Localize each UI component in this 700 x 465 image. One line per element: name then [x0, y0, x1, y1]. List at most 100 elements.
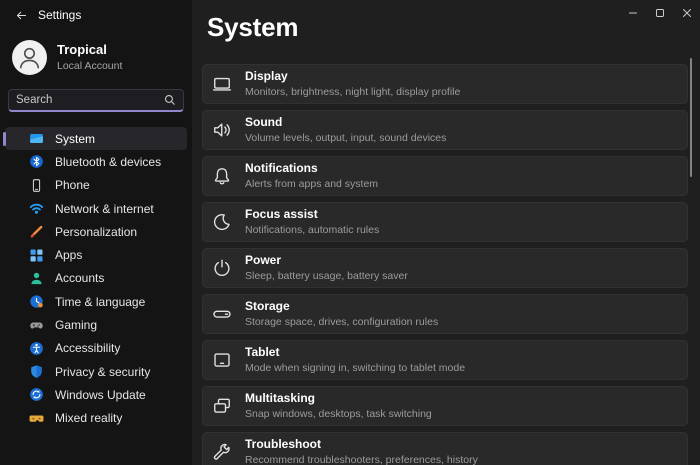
search-input[interactable]	[9, 91, 183, 111]
page-title: System	[207, 12, 298, 43]
settings-card-storage[interactable]: Storage Storage space, drives, configura…	[202, 294, 688, 334]
maximize-icon	[653, 6, 667, 20]
account-type: Local Account	[57, 60, 122, 72]
mixed-reality-icon	[29, 411, 44, 426]
card-description: Sleep, battery usage, battery saver	[245, 270, 408, 282]
settings-card-multitasking[interactable]: Multitasking Snap windows, desktops, tas…	[202, 386, 688, 426]
personalization-icon	[29, 224, 44, 239]
focus-assist-icon	[212, 212, 232, 232]
phone-icon	[29, 178, 44, 193]
search-icon	[163, 93, 177, 107]
sidebar-item-label: Bluetooth & devices	[55, 155, 161, 169]
sidebar-item-phone[interactable]: Phone	[5, 174, 187, 197]
card-description: Alerts from apps and system	[245, 178, 378, 190]
sidebar-item-personalization[interactable]: Personalization	[5, 220, 187, 243]
card-title: Sound	[245, 116, 446, 130]
card-title: Focus assist	[245, 208, 379, 222]
accessibility-icon	[29, 341, 44, 356]
sidebar-item-network-internet[interactable]: Network & internet	[5, 197, 187, 220]
main-panel: System Display Monitors, brightness, nig…	[192, 0, 700, 465]
minimize-button[interactable]	[619, 0, 646, 26]
sidebar-item-label: Personalization	[55, 225, 137, 239]
windows-update-icon	[29, 387, 44, 402]
card-title: Multitasking	[245, 392, 432, 406]
sidebar-item-label: Mixed reality	[55, 411, 122, 425]
sidebar-item-system[interactable]: System	[5, 127, 187, 150]
settings-card-focus-assist[interactable]: Focus assist Notifications, automatic ru…	[202, 202, 688, 242]
account-name: Tropical	[57, 43, 122, 58]
sidebar-item-label: Gaming	[55, 318, 97, 332]
sidebar-item-bluetooth-devices[interactable]: Bluetooth & devices	[5, 150, 187, 173]
settings-card-display[interactable]: Display Monitors, brightness, night ligh…	[202, 64, 688, 104]
accounts-icon	[29, 271, 44, 286]
card-title: Notifications	[245, 162, 378, 176]
close-icon	[680, 6, 694, 20]
network-icon	[29, 201, 44, 216]
apps-icon	[29, 248, 44, 263]
sidebar-item-accounts[interactable]: Accounts	[5, 267, 187, 290]
sidebar: Settings Tropical Local Account System B…	[0, 0, 192, 465]
sidebar-item-label: Time & language	[55, 295, 145, 309]
account-section[interactable]: Tropical Local Account	[0, 30, 192, 75]
sidebar-item-windows-update[interactable]: Windows Update	[5, 383, 187, 406]
bluetooth-icon	[29, 154, 44, 169]
sound-icon	[212, 120, 232, 140]
close-button[interactable]	[673, 0, 700, 26]
sidebar-item-privacy-security[interactable]: Privacy & security	[5, 360, 187, 383]
card-title: Display	[245, 70, 460, 84]
card-description: Monitors, brightness, night light, displ…	[245, 86, 460, 98]
maximize-button[interactable]	[646, 0, 673, 26]
sidebar-item-label: Accessibility	[55, 341, 120, 355]
sidebar-item-label: Privacy & security	[55, 365, 150, 379]
display-icon	[212, 74, 232, 94]
back-button[interactable]	[12, 6, 30, 24]
titlebar: Settings	[0, 0, 192, 30]
card-description: Snap windows, desktops, task switching	[245, 408, 432, 420]
sidebar-item-gaming[interactable]: Gaming	[5, 313, 187, 336]
sidebar-item-time-language[interactable]: Time & language	[5, 290, 187, 313]
settings-card-notifications[interactable]: Notifications Alerts from apps and syste…	[202, 156, 688, 196]
sidebar-item-label: Accounts	[55, 271, 104, 285]
settings-card-power[interactable]: Power Sleep, battery usage, battery save…	[202, 248, 688, 288]
settings-card-tablet[interactable]: Tablet Mode when signing in, switching t…	[202, 340, 688, 380]
sidebar-nav: System Bluetooth & devices Phone Network…	[0, 127, 192, 430]
sidebar-item-label: System	[55, 132, 95, 146]
sidebar-item-label: Windows Update	[55, 388, 146, 402]
sidebar-item-accessibility[interactable]: Accessibility	[5, 337, 187, 360]
multitasking-icon	[212, 396, 232, 416]
gaming-icon	[29, 318, 44, 333]
card-title: Troubleshoot	[245, 438, 478, 452]
tablet-icon	[212, 350, 232, 370]
settings-window: Settings Tropical Local Account System B…	[0, 0, 700, 465]
sidebar-item-mixed-reality[interactable]: Mixed reality	[5, 407, 187, 430]
minimize-icon	[626, 6, 640, 20]
card-title: Power	[245, 254, 408, 268]
card-description: Mode when signing in, switching to table…	[245, 362, 465, 374]
power-icon	[212, 258, 232, 278]
search-box	[8, 89, 184, 112]
notifications-icon	[212, 166, 232, 186]
window-title: Settings	[38, 8, 81, 22]
window-controls	[619, 0, 700, 26]
scrollbar[interactable]	[690, 58, 693, 177]
time-language-icon	[29, 294, 44, 309]
sidebar-item-label: Phone	[55, 178, 90, 192]
card-title: Tablet	[245, 346, 465, 360]
sidebar-item-apps[interactable]: Apps	[5, 243, 187, 266]
card-description: Volume levels, output, input, sound devi…	[245, 132, 446, 144]
card-description: Storage space, drives, configuration rul…	[245, 316, 438, 328]
settings-card-list: Display Monitors, brightness, night ligh…	[202, 64, 688, 465]
card-title: Storage	[245, 300, 438, 314]
troubleshoot-icon	[212, 442, 232, 462]
avatar	[12, 40, 47, 75]
privacy-security-icon	[29, 364, 44, 379]
sidebar-item-label: Network & internet	[55, 202, 154, 216]
sidebar-item-label: Apps	[55, 248, 82, 262]
storage-icon	[212, 304, 232, 324]
system-icon	[29, 131, 44, 146]
selected-indicator	[3, 132, 6, 146]
settings-card-troubleshoot[interactable]: Troubleshoot Recommend troubleshooters, …	[202, 432, 688, 465]
card-description: Recommend troubleshooters, preferences, …	[245, 454, 478, 465]
settings-card-sound[interactable]: Sound Volume levels, output, input, soun…	[202, 110, 688, 150]
card-description: Notifications, automatic rules	[245, 224, 379, 236]
